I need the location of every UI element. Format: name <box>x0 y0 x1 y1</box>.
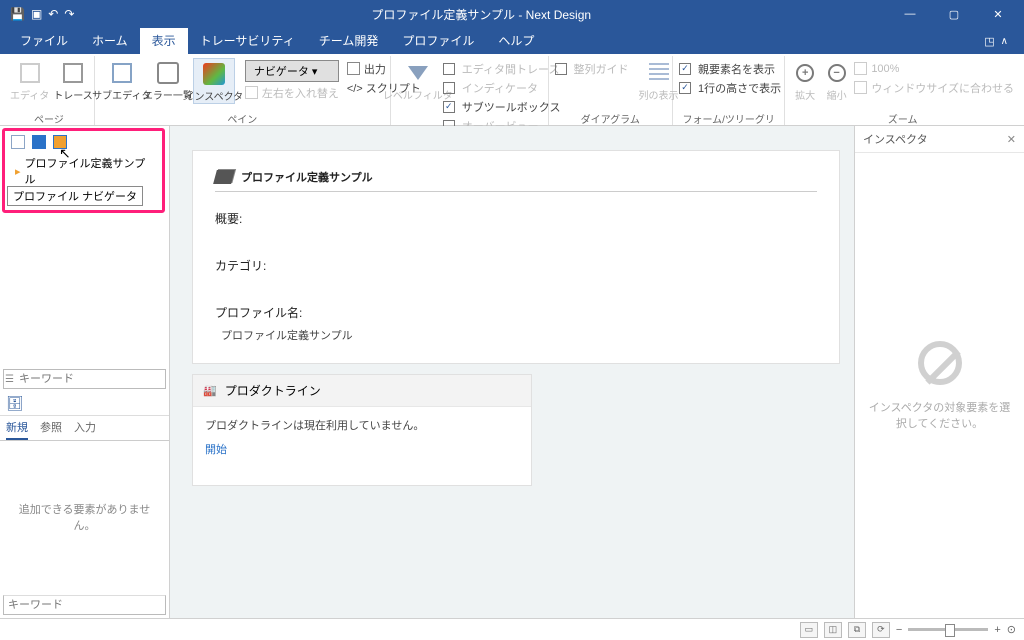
bottom-keyword-search[interactable] <box>3 595 166 615</box>
folder-icon[interactable]: ▣ <box>31 7 42 21</box>
zoom-in-button[interactable]: 拡大 <box>791 58 818 102</box>
row-height-chk[interactable]: 1行の高さで表示 <box>679 79 781 96</box>
tab-help[interactable]: ヘルプ <box>486 28 546 54</box>
group-pane-label: ペイン <box>101 111 384 123</box>
tab-file[interactable]: ファイル <box>8 28 80 54</box>
tab-view[interactable]: 表示 <box>140 28 188 54</box>
navigator-highlight-box: ↖ ▸ プロファイル定義サンプル プロファイル ナビゲータ <box>2 128 165 213</box>
profile-navigator-icon[interactable] <box>53 135 67 149</box>
status-view3-icon[interactable]: ⧉ <box>848 622 866 638</box>
undo-icon[interactable]: ↶ <box>48 7 58 21</box>
status-view2-icon[interactable]: ◫ <box>824 622 842 638</box>
profile-name-value: プロファイル定義サンプル <box>221 327 817 343</box>
profile-name-label: プロファイル名: <box>215 304 817 321</box>
group-diagram-label: ダイアグラム <box>555 111 666 123</box>
productline-card: 🏭 プロダクトライン プロダクトラインは現在利用していません。 開始 <box>192 374 532 486</box>
tree-root-item[interactable]: ▸ プロファイル定義サンプル <box>5 153 162 189</box>
left-subtabs: 新規 参照 入力 <box>0 416 169 441</box>
redo-icon[interactable]: ↷ <box>64 7 74 21</box>
productline-body: プロダクトラインは現在利用していません。 <box>205 417 519 433</box>
inspector-close-icon[interactable]: ✕ <box>1007 133 1016 146</box>
no-selection-icon <box>918 341 962 385</box>
subtab-new[interactable]: 新規 <box>6 419 28 440</box>
inspector-title: インスペクタ <box>863 131 928 147</box>
zoom-minus[interactable]: − <box>896 624 902 636</box>
zoom-reset-icon[interactable]: ⊙ <box>1007 623 1016 636</box>
group-zoom-label: ズーム <box>791 111 1014 123</box>
left-empty-msg: 追加できる要素がありません。 <box>0 441 169 592</box>
keyword-search[interactable]: ☰ <box>3 369 166 389</box>
titlebar: 💾 ▣ ↶ ↷ プロファイル定義サンプル - Next Design ― ▢ ✕ <box>0 0 1024 28</box>
tab-profile[interactable]: プロファイル <box>390 28 486 54</box>
zoom-fit[interactable]: ウィンドウサイズに合わせる <box>854 79 1014 96</box>
productline-start-link[interactable]: 開始 <box>205 441 227 457</box>
subtoolbox-chk[interactable]: サブツールボックス <box>443 98 561 115</box>
inspector-button[interactable]: インスペクタ <box>193 58 235 104</box>
zoom-pct[interactable]: 100% <box>854 60 1014 77</box>
left-drawer-icon[interactable]: 🗄 <box>0 392 169 416</box>
navigator-tooltip: プロファイル ナビゲータ <box>7 186 143 206</box>
save-icon[interactable]: 💾 <box>10 7 25 21</box>
window-title: プロファイル定義サンプル - Next Design <box>74 6 888 23</box>
keyword-input[interactable] <box>15 373 165 385</box>
ribbon-collapse[interactable]: ◳ ∧ <box>976 35 1016 48</box>
productline-icon: 🏭 <box>203 384 217 397</box>
ribbon: エディタ トレース ページ サブエディタ エラー一覧 インスペクタ ナビゲータ … <box>0 54 1024 126</box>
group-page-label: ページ <box>10 111 88 123</box>
profile-icon <box>213 170 235 184</box>
ribbon-tabs: ファイル ホーム 表示 トレーサビリティ チーム開発 プロファイル ヘルプ ◳ … <box>0 28 1024 54</box>
minimize-button[interactable]: ― <box>888 0 932 28</box>
summary-label: 概要: <box>215 210 817 227</box>
group-form-label: フォーム/ツリーグリッド <box>679 111 778 123</box>
zoom-plus[interactable]: + <box>994 624 1000 636</box>
editor-trace-chk[interactable]: エディタ間トレース <box>443 60 561 77</box>
subeditor-button[interactable]: サブエディタ <box>101 58 143 102</box>
keyword-list-icon[interactable]: ☰ <box>4 374 15 385</box>
parent-name-chk[interactable]: 親要素名を表示 <box>679 60 781 77</box>
align-guide-chk[interactable]: 整列ガイド <box>555 60 629 77</box>
left-panel: ↖ ▸ プロファイル定義サンプル プロファイル ナビゲータ ☰ 🗄 新規 参照 … <box>0 126 170 618</box>
productline-title: プロダクトライン <box>225 382 321 399</box>
trace-page-button[interactable]: トレース <box>53 58 93 102</box>
tab-team[interactable]: チーム開発 <box>307 28 391 54</box>
zoom-out-button[interactable]: 縮小 <box>823 58 850 102</box>
status-bar: ▭ ◫ ⧉ ⟳ − + ⊙ <box>0 618 1024 640</box>
navigator-dropdown[interactable]: ナビゲータ ▾ <box>245 60 339 82</box>
tree-root-label: プロファイル定義サンプル <box>25 155 152 187</box>
indicator-chk[interactable]: インディケータ <box>443 79 561 96</box>
maximize-button[interactable]: ▢ <box>932 0 976 28</box>
level-filter-button[interactable]: レベルフィルタ <box>397 58 439 102</box>
profile-title: プロファイル定義サンプル <box>241 169 373 185</box>
tab-home[interactable]: ホーム <box>80 28 140 54</box>
category-label: カテゴリ: <box>215 257 817 274</box>
main-panel: プロファイル定義サンプル 概要: カテゴリ: プロファイル名: プロファイル定義… <box>170 126 854 618</box>
status-view4-icon[interactable]: ⟳ <box>872 622 890 638</box>
zoom-slider[interactable] <box>908 628 988 631</box>
tree-collapse-icon[interactable] <box>11 135 25 149</box>
close-button[interactable]: ✕ <box>976 0 1020 28</box>
tree-box-icon[interactable] <box>32 135 46 149</box>
error-list-button[interactable]: エラー一覧 <box>147 58 189 102</box>
bottom-keyword-input[interactable] <box>4 599 165 611</box>
subtab-ref[interactable]: 参照 <box>40 419 62 440</box>
inspector-panel: インスペクタ ✕ インスペクタの対象要素を選択してください。 <box>854 126 1024 618</box>
editor-page-button[interactable]: エディタ <box>10 58 49 102</box>
profile-document: プロファイル定義サンプル 概要: カテゴリ: プロファイル名: プロファイル定義… <box>192 150 840 364</box>
swap-panes-button[interactable]: 左右を入れ替え <box>245 84 339 101</box>
status-view1-icon[interactable]: ▭ <box>800 622 818 638</box>
subtab-input[interactable]: 入力 <box>74 419 96 440</box>
tab-traceability[interactable]: トレーサビリティ <box>188 28 307 54</box>
inspector-msg: インスペクタの対象要素を選択してください。 <box>865 399 1014 431</box>
